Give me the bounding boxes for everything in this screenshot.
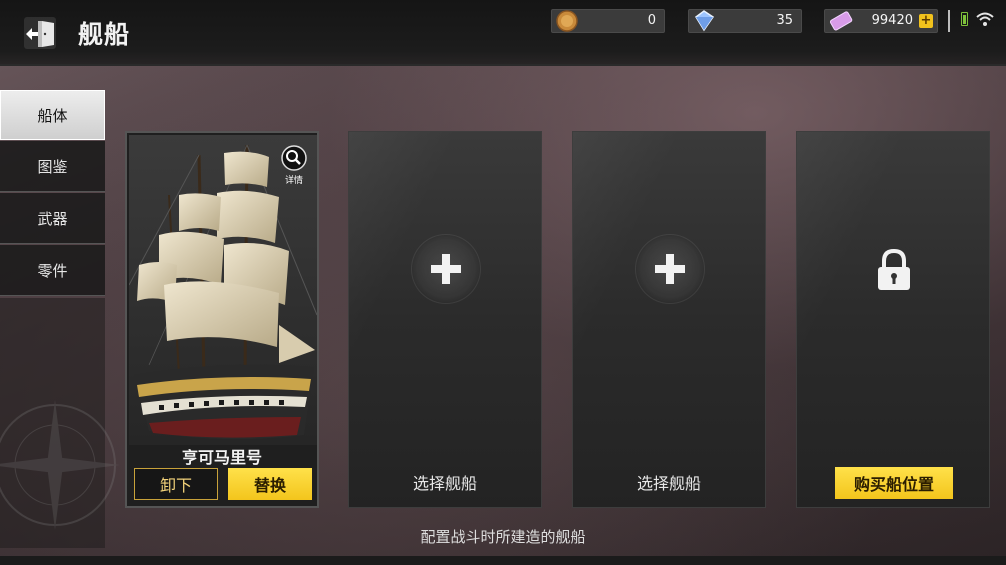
add-ship-button[interactable] [635,234,705,304]
ticket-counter: 99420 + [824,9,938,33]
empty-slot-card[interactable]: 选择舰船 [572,131,766,508]
sidebar-item-label: 武器 [37,209,68,228]
coin-icon [556,10,578,32]
diamond-icon [695,10,715,32]
ship-name: 亨可马里号 [181,448,262,467]
back-button[interactable] [18,12,62,54]
diamond-counter: 35 [688,9,802,33]
sidebar-item-label: 图鉴 [37,157,68,176]
sidebar: 船体 图鉴 武器 零件 [0,90,105,297]
magnifier-icon [281,145,307,171]
coin-counter: 0 [551,9,665,33]
battery-icon [961,12,968,26]
ticket-icon [829,11,853,31]
add-ship-button[interactable] [411,234,481,304]
locked-slot-card: 购买船位置 [796,131,990,508]
bottom-bar [0,556,1006,565]
ticket-value: 99420 [871,13,913,28]
unequip-button[interactable]: 卸下 [134,468,218,500]
add-ticket-button[interactable]: + [919,14,933,28]
sidebar-item-label: 船体 [37,106,68,125]
coin-value: 0 [647,13,656,28]
select-ship-label: 选择舰船 [412,474,477,493]
sidebar-item-label: 零件 [37,261,68,280]
diamond-value: 35 [776,13,793,28]
status-divider [948,10,950,32]
sidebar-item-parts[interactable]: 零件 [0,245,105,296]
wifi-icon [976,12,994,26]
plus-icon [431,254,461,284]
compass-decoration-icon [0,400,120,530]
ship-slot-card[interactable]: 详情 亨可马里号 卸下 替换 [125,131,319,508]
lock-icon [878,248,910,290]
page-title: 舰船 [78,20,131,49]
ship-detail-button[interactable]: 详情 [279,145,309,186]
detail-label: 详情 [284,176,303,186]
footer-hint: 配置战斗时所建造的舰船 [420,528,586,546]
exit-door-icon [24,17,56,49]
sidebar-item-hull[interactable]: 船体 [0,90,105,140]
plus-icon [655,254,685,284]
select-ship-label: 选择舰船 [636,474,701,493]
top-bar: 舰船 0 35 99420 + [0,0,1006,66]
replace-button[interactable]: 替换 [228,468,312,500]
sidebar-item-codex[interactable]: 图鉴 [0,141,105,192]
empty-slot-card[interactable]: 选择舰船 [348,131,542,508]
sidebar-item-weapons[interactable]: 武器 [0,193,105,244]
buy-slot-button[interactable]: 购买船位置 [835,467,953,499]
